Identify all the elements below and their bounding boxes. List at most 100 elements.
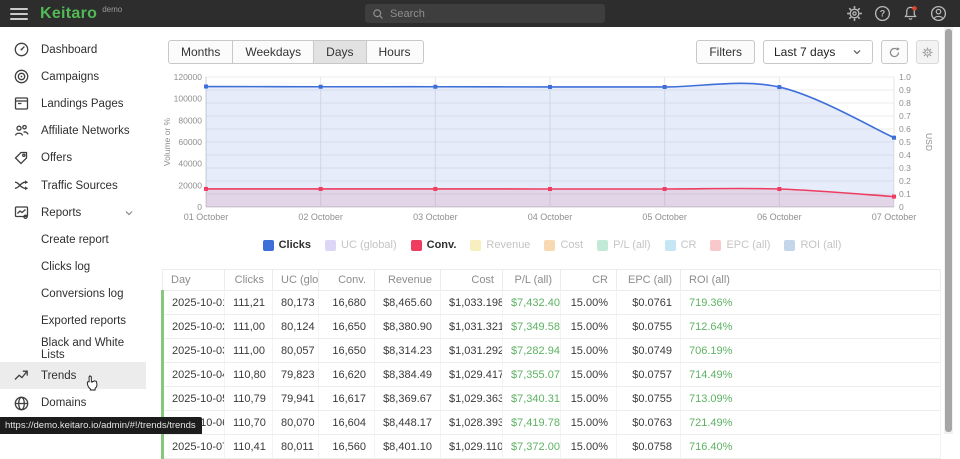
column-header-revenue[interactable]: Revenue — [375, 270, 441, 291]
legend-swatch — [784, 240, 795, 251]
cell-p-l-all-: $7,340.31 — [503, 387, 561, 411]
cell-uc-global-: 80,173 — [273, 291, 319, 315]
trends-chart[interactable]: 02000040000600008000010000012000000.10.2… — [160, 67, 944, 235]
column-header-cr[interactable]: CR — [561, 270, 617, 291]
svg-text:0: 0 — [899, 202, 904, 212]
legend-item-uc-global-[interactable]: UC (global) — [325, 239, 397, 251]
legend-swatch — [411, 240, 422, 251]
cell-cr: 15.00% — [561, 315, 617, 339]
cell-revenue: $8,314.23 — [375, 339, 441, 363]
legend-label: EPC (all) — [726, 239, 770, 251]
tab-months[interactable]: Months — [168, 40, 233, 64]
help-icon[interactable]: ? — [874, 5, 891, 22]
sidebar-item-label: Trends — [41, 370, 76, 382]
cell-p-l-all-: $7,355.07 — [503, 363, 561, 387]
cell-clicks: 111,00 — [225, 339, 273, 363]
tab-weekdays[interactable]: Weekdays — [232, 40, 314, 64]
column-header-uc-global-[interactable]: UC (global) — [273, 270, 319, 291]
table-row[interactable]: 2025-10-03111,0080,05716,650$8,314.23$1,… — [163, 339, 941, 363]
dashboard-icon — [13, 41, 30, 58]
date-range-select[interactable]: Last 7 days — [763, 40, 873, 64]
legend-item-roi-all-[interactable]: ROI (all) — [784, 239, 841, 251]
sidebar-item-dashboard[interactable]: Dashboard — [0, 36, 146, 63]
legend-item-cr[interactable]: CR — [665, 239, 697, 251]
scrollbar-thumb[interactable] — [945, 29, 952, 432]
cell-cr: 15.00% — [561, 435, 617, 459]
page-scrollbar[interactable] — [944, 27, 953, 434]
svg-text:0.8: 0.8 — [899, 98, 911, 108]
filters-button[interactable]: Filters — [696, 40, 755, 64]
refresh-button[interactable] — [881, 40, 908, 64]
cell-conv-: 16,680 — [319, 291, 375, 315]
column-header-clicks[interactable]: Clicks — [225, 270, 273, 291]
cell-epc-all-: $0.0761 — [617, 291, 681, 315]
top-bar: Keitaro demo ? — [0, 0, 960, 27]
sidebar-item-label: Clicks log — [41, 261, 90, 273]
legend-item-conv-[interactable]: Conv. — [411, 239, 457, 251]
legend-item-p-l-all-[interactable]: P/L (all) — [597, 239, 651, 251]
sidebar-item-clicks-log[interactable]: Clicks log — [0, 254, 146, 281]
search-icon — [372, 8, 384, 20]
sidebar-item-affiliate-networks[interactable]: Affiliate Networks — [0, 118, 146, 145]
column-header-conv-[interactable]: Conv. — [319, 270, 375, 291]
table-row[interactable]: 2025-10-02111,0080,12416,650$8,380.90$1,… — [163, 315, 941, 339]
sidebar-item-exported-reports[interactable]: Exported reports — [0, 308, 146, 335]
legend-item-epc-all-[interactable]: EPC (all) — [710, 239, 770, 251]
legend-swatch — [544, 240, 555, 251]
svg-text:120000: 120000 — [174, 72, 203, 82]
column-header-cost[interactable]: Cost — [441, 270, 503, 291]
reports-icon — [13, 204, 30, 221]
cell-conv-: 16,604 — [319, 411, 375, 435]
sidebar-item-trends[interactable]: Trends — [0, 362, 146, 389]
notification-dot — [912, 6, 917, 11]
table-row[interactable]: 2025-10-06110,7080,07016,604$8,448.17$1,… — [163, 411, 941, 435]
sidebar-item-black-and-white-lists[interactable]: Black and White Lists — [0, 335, 146, 362]
table-row[interactable]: 2025-10-01111,2180,17316,680$8,465.60$1,… — [163, 291, 941, 315]
legend-item-cost[interactable]: Cost — [544, 239, 583, 251]
app-logo[interactable]: Keitaro — [40, 5, 97, 23]
tab-days[interactable]: Days — [313, 40, 366, 64]
legend-label: Revenue — [486, 239, 530, 251]
domains-icon — [13, 395, 30, 412]
table-row[interactable]: 2025-10-05110,7979,94116,617$8,369.67$1,… — [163, 387, 941, 411]
search-box[interactable] — [365, 4, 605, 23]
legend-item-clicks[interactable]: Clicks — [263, 239, 311, 251]
cell-uc-global-: 79,941 — [273, 387, 319, 411]
sidebar-item-conversions-log[interactable]: Conversions log — [0, 281, 146, 308]
sidebar-item-label: Traffic Sources — [41, 180, 118, 192]
table-row[interactable]: 2025-10-04110,8079,82316,620$8,384.49$1,… — [163, 363, 941, 387]
sidebar-item-landings-pages[interactable]: Landings Pages — [0, 90, 146, 117]
sidebar-item-label: Conversions log — [41, 288, 123, 300]
table-row[interactable]: 2025-10-07110,4180,01116,560$8,401.10$1,… — [163, 435, 941, 459]
sidebar-item-create-report[interactable]: Create report — [0, 226, 146, 253]
column-header-epc-all-[interactable]: EPC (all) — [617, 270, 681, 291]
svg-text:1.0: 1.0 — [899, 72, 911, 82]
column-header-p-l-all-[interactable]: P/L (all) — [503, 270, 561, 291]
svg-text:03 October: 03 October — [413, 212, 458, 222]
sidebar-item-reports[interactable]: Reports — [0, 199, 146, 226]
notifications-bell-icon[interactable] — [902, 5, 919, 22]
cell-uc-global-: 80,070 — [273, 411, 319, 435]
sidebar-item-traffic-sources[interactable]: Traffic Sources — [0, 172, 146, 199]
tab-hours[interactable]: Hours — [366, 40, 424, 64]
search-input[interactable] — [390, 8, 598, 20]
cell-epc-all-: $0.0757 — [617, 363, 681, 387]
legend-label: UC (global) — [341, 239, 397, 251]
legend-item-revenue[interactable]: Revenue — [470, 239, 530, 251]
main-content: MonthsWeekdaysDaysHours Filters Last 7 d… — [160, 27, 944, 434]
settings-gear-icon[interactable] — [846, 5, 863, 22]
sidebar-item-domains[interactable]: Domains — [0, 389, 146, 416]
menu-icon[interactable] — [10, 8, 28, 20]
svg-text:02 October: 02 October — [298, 212, 343, 222]
cell-clicks: 110,41 — [225, 435, 273, 459]
user-avatar-icon[interactable] — [930, 5, 947, 22]
chart-settings-button[interactable] — [916, 40, 939, 64]
sidebar-item-campaigns[interactable]: Campaigns — [0, 63, 146, 90]
url-status-tooltip: https://demo.keitaro.io/admin/#!/trends/… — [0, 417, 202, 434]
column-header-day[interactable]: Day — [163, 270, 225, 291]
cell-conv-: 16,650 — [319, 339, 375, 363]
cell-revenue: $8,384.49 — [375, 363, 441, 387]
column-header-roi-all-[interactable]: ROI (all) — [681, 270, 941, 291]
sidebar-item-offers[interactable]: Offers — [0, 145, 146, 172]
affiliate-networks-icon — [13, 123, 30, 140]
